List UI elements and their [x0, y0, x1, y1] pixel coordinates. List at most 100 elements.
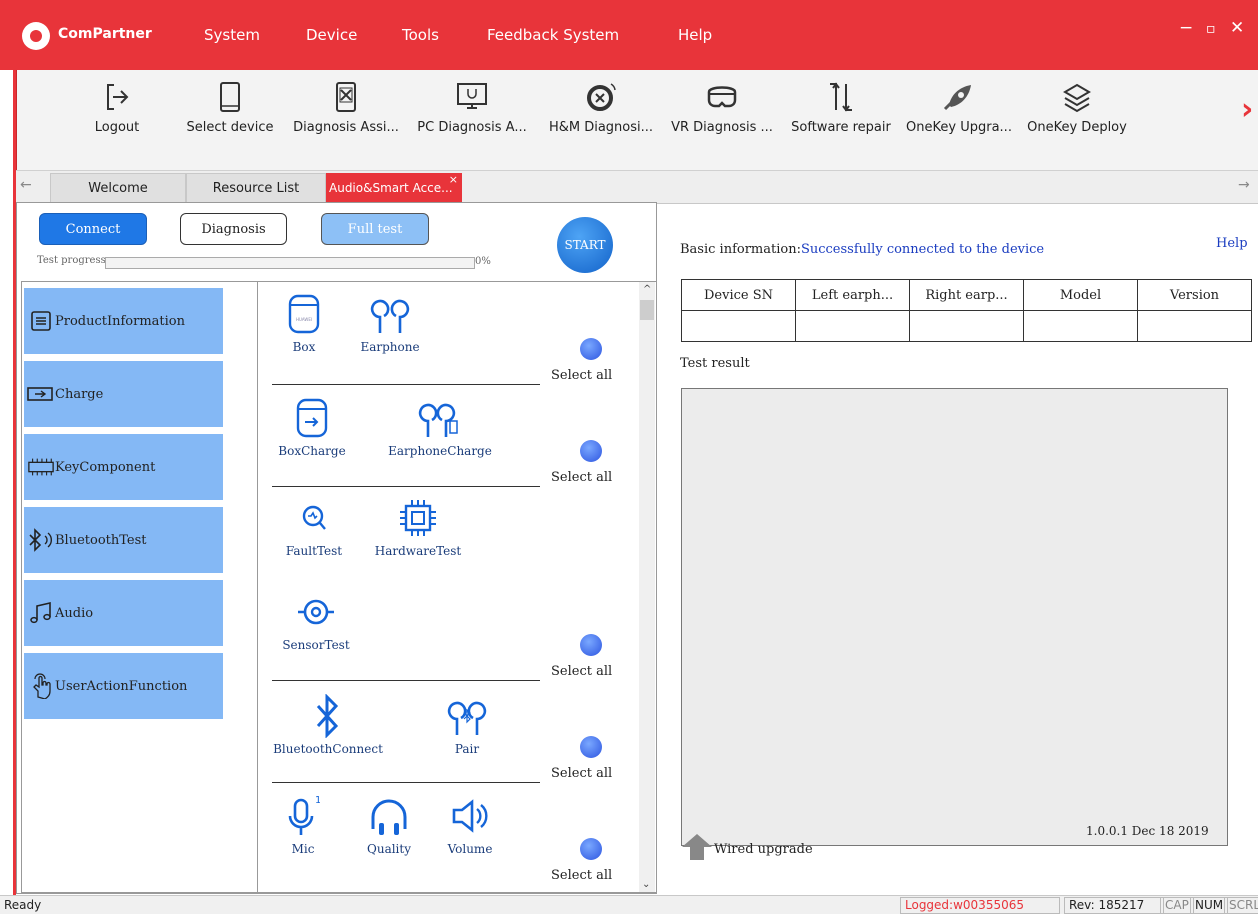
test-item-sensor-test[interactable]: SensorTest — [274, 590, 358, 652]
phone-icon — [185, 80, 275, 114]
test-item-fault-test[interactable]: FaultTest — [274, 496, 354, 558]
music-note-icon — [27, 599, 55, 627]
menu-system[interactable]: System — [204, 26, 260, 44]
scrollbar-thumb[interactable] — [640, 300, 654, 320]
select-all-label[interactable]: Select all — [551, 470, 612, 485]
hm-diagnosis-button[interactable]: H&M Diagnosi... — [541, 70, 661, 170]
logout-icon — [77, 80, 157, 114]
earphone-charge-icon — [382, 396, 498, 440]
speaker-volume-icon — [438, 794, 502, 838]
scroll-down-icon[interactable]: ⌄ — [642, 879, 650, 890]
wired-upgrade-label: Wired upgrade — [714, 841, 813, 857]
test-panel: Connect Diagnosis Full test START Test p… — [16, 202, 657, 894]
category-charge[interactable]: Charge — [24, 361, 223, 427]
tab-audio-smart[interactable]: Audio&Smart Acce... × — [326, 173, 462, 202]
version-text: 1.0.0.1 Dec 18 2019 — [1086, 824, 1209, 838]
toolbar-label: PC Diagnosis A... — [417, 120, 527, 135]
group-separator — [272, 680, 540, 681]
full-test-button[interactable]: Full test — [321, 213, 429, 245]
test-item-box[interactable]: HUAWEI Box — [276, 292, 332, 354]
tab-scroll-right-icon[interactable]: → — [1238, 177, 1250, 193]
maximize-button[interactable]: ▫ — [1206, 21, 1216, 37]
select-all-radio[interactable] — [580, 338, 602, 360]
category-audio[interactable]: Audio — [24, 580, 223, 646]
software-repair-icon — [783, 80, 899, 114]
bluetooth-connect-icon — [268, 694, 388, 738]
test-item-label: Mic — [291, 842, 315, 856]
test-item-bluetooth-connect[interactable]: BluetoothConnect — [268, 694, 388, 756]
status-revision: Rev: 185217 — [1064, 897, 1164, 914]
menu-feedback-system[interactable]: Feedback System — [487, 26, 619, 44]
select-all-radio[interactable] — [580, 838, 602, 860]
compartner-logo-icon — [22, 22, 50, 50]
test-result-label: Test result — [680, 356, 750, 371]
menu-help[interactable]: Help — [678, 26, 712, 44]
test-item-volume[interactable]: Volume — [438, 794, 502, 856]
category-user-action-function[interactable]: UserActionFunction — [24, 653, 223, 719]
test-item-label: Volume — [447, 842, 493, 856]
select-all-label[interactable]: Select all — [551, 368, 612, 383]
toolbar-next-arrow[interactable]: › — [1241, 92, 1253, 127]
select-all-label[interactable]: Select all — [551, 766, 612, 781]
item-list-scrollbar[interactable]: ^ ⌄ — [639, 282, 655, 892]
progress-percent: 0% — [475, 256, 491, 267]
tab-resource-list[interactable]: Resource List — [186, 173, 326, 203]
select-device-button[interactable]: Select device — [185, 70, 275, 170]
category-bluetooth-test[interactable]: BluetoothTest — [24, 507, 223, 573]
device-info-table: Device SN Left earph... Right earp... Mo… — [681, 279, 1252, 342]
sensor-icon — [274, 590, 358, 634]
wired-upgrade-button[interactable]: Wired upgrade — [680, 832, 813, 866]
scroll-up-icon[interactable]: ^ — [643, 284, 651, 295]
connect-button[interactable]: Connect — [39, 213, 147, 245]
test-item-earphone[interactable]: Earphone — [350, 292, 430, 354]
menu-tools[interactable]: Tools — [402, 26, 439, 44]
table-header-row: Device SN Left earph... Right earp... Mo… — [681, 279, 1252, 311]
toolbar-label: Software repair — [791, 120, 891, 135]
logout-button[interactable]: Logout — [77, 70, 157, 170]
chip-icon — [27, 453, 55, 481]
select-all-radio[interactable] — [580, 736, 602, 758]
table-cell — [681, 310, 796, 342]
test-item-hardware-test[interactable]: HardwareTest — [370, 496, 466, 558]
software-repair-button[interactable]: Software repair — [783, 70, 899, 170]
test-item-label: HardwareTest — [374, 544, 462, 558]
battery-charge-icon — [27, 380, 55, 408]
category-product-information[interactable]: ProductInformation — [24, 288, 223, 354]
test-item-pair[interactable]: Pair — [436, 694, 498, 756]
minimize-button[interactable]: − — [1179, 18, 1193, 38]
test-item-mic[interactable]: 1 Mic — [278, 794, 328, 856]
column-version: Version — [1137, 279, 1252, 311]
select-all-radio[interactable] — [580, 440, 602, 462]
basic-information: Basic information:Successfully connected… — [680, 242, 1225, 278]
onekey-deploy-button[interactable]: OneKey Deploy — [1021, 70, 1133, 170]
start-button[interactable]: START — [557, 217, 613, 273]
mic-channel-label: 1 — [315, 795, 320, 806]
toolbar-label: Select device — [186, 120, 274, 135]
category-key-component[interactable]: KeyComponent — [24, 434, 223, 500]
title-bar: ComPartner System Device Tools Feedback … — [0, 0, 1258, 70]
tab-close-icon[interactable]: × — [449, 165, 458, 194]
test-item-label: Earphone — [360, 340, 420, 354]
onekey-upgrade-button[interactable]: OneKey Upgra... — [899, 70, 1019, 170]
diagnosis-button[interactable]: Diagnosis — [180, 213, 287, 245]
tab-bar: ← Welcome Resource List Audio&Smart Acce… — [16, 170, 1258, 204]
menu-device[interactable]: Device — [306, 26, 357, 44]
diagnosis-assistant-button[interactable]: Diagnosis Assi... — [287, 70, 405, 170]
test-item-earphone-charge[interactable]: EarphoneCharge — [382, 396, 498, 458]
upload-arrow-icon — [680, 832, 714, 866]
select-all-label[interactable]: Select all — [551, 664, 612, 679]
pair-earphone-icon — [436, 694, 498, 738]
test-item-box-charge[interactable]: BoxCharge — [272, 396, 352, 458]
test-item-quality[interactable]: Quality — [354, 794, 424, 856]
tab-welcome[interactable]: Welcome — [50, 173, 186, 203]
select-all-label[interactable]: Select all — [551, 868, 612, 883]
close-button[interactable]: ✕ — [1230, 18, 1244, 38]
tab-scroll-left-icon[interactable]: ← — [20, 177, 32, 193]
select-all-radio[interactable] — [580, 634, 602, 656]
hand-tap-icon — [27, 672, 55, 700]
table-row — [681, 310, 1252, 342]
vr-diagnosis-button[interactable]: VR Diagnosis ... — [663, 70, 781, 170]
pc-diagnosis-button[interactable]: PC Diagnosis A... — [407, 70, 537, 170]
column-model: Model — [1023, 279, 1138, 311]
table-cell — [795, 310, 910, 342]
